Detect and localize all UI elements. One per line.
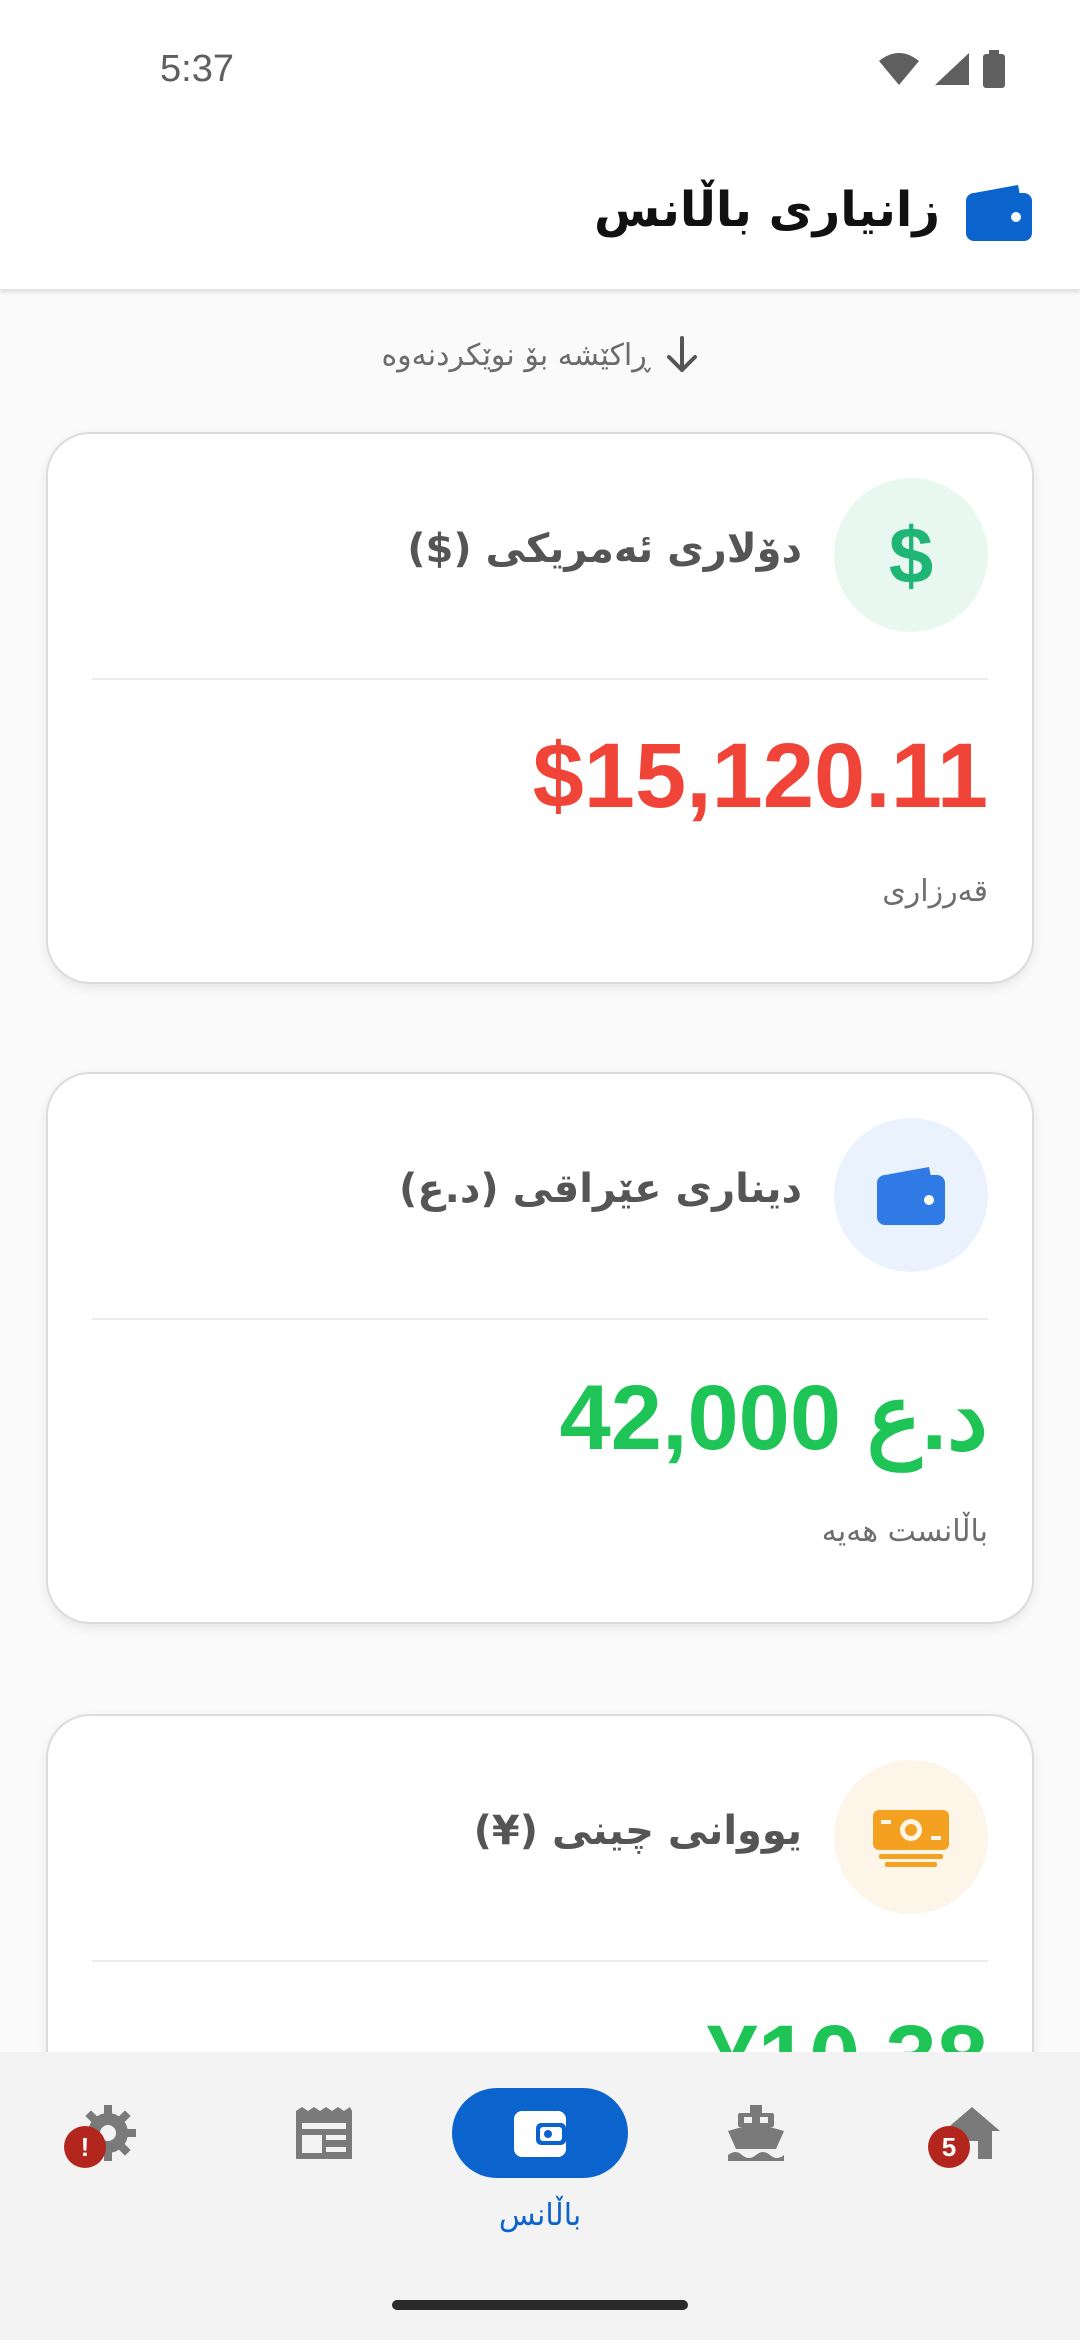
nav-item-shipping[interactable]: [648, 2052, 864, 2252]
nav-icon-container: [884, 2088, 1060, 2178]
status-bar: 5:37: [0, 0, 1080, 140]
banknote-icon: [873, 1810, 949, 1867]
nav-item-settings[interactable]: !: [0, 2052, 216, 2252]
nav-icon-container: [236, 2088, 412, 2178]
balance-card-usd[interactable]: $ دۆلاری ئەمریکی ($) $15,120.11 قەرزاری: [46, 432, 1034, 984]
wifi-icon: [879, 53, 919, 85]
arrow-down-icon: [666, 336, 697, 372]
currency-icon-circle: [834, 1118, 988, 1272]
newspaper-icon: [296, 2107, 352, 2159]
balance-status: قەرزاری: [882, 874, 988, 909]
nav-icon-container: [668, 2088, 844, 2178]
balance-card-iqd[interactable]: دیناری عێراقی (د.ع) 42,000 د.ع باڵانست ه…: [46, 1072, 1034, 1624]
divider: [92, 1960, 988, 1962]
currency-icon-circle: $: [834, 478, 988, 632]
wallet-icon: [877, 1167, 945, 1225]
nav-item-balance[interactable]: باڵانس: [432, 2052, 648, 2252]
wallet-icon: [966, 185, 1032, 245]
dollar-icon: $: [889, 515, 934, 595]
divider: [92, 1318, 988, 1320]
notification-count-badge: 5: [928, 2126, 970, 2168]
balance-status: باڵانست هەیە: [821, 1514, 988, 1549]
currency-icon-circle: [834, 1760, 988, 1914]
pull-hint-text: ڕاکێشە بۆ نوێکردنەوە: [381, 337, 651, 373]
svg-text:$: $: [889, 515, 934, 595]
currency-name: دیناری عێراقی (د.ع): [399, 1166, 802, 1212]
signal-icon: [935, 53, 969, 85]
nav-icon-container: [20, 2088, 196, 2178]
app-bar: زانیاری باڵانس: [0, 140, 1080, 290]
balance-amount: $15,120.11: [532, 725, 988, 827]
battery-icon: [983, 50, 1005, 88]
bottom-navigation: ! باڵانس 5: [0, 2052, 1080, 2340]
nav-icon-container: [452, 2088, 628, 2178]
currency-name: یووانی چینی (¥): [473, 1808, 802, 1854]
home-indicator[interactable]: [392, 2300, 688, 2310]
wallet-icon: [514, 2111, 566, 2157]
page-title: زانیاری باڵانس: [593, 182, 940, 238]
nav-item-news[interactable]: [216, 2052, 432, 2252]
ship-icon: [728, 2105, 784, 2161]
divider: [92, 678, 988, 680]
status-time: 5:37: [160, 48, 234, 90]
alert-badge: !: [64, 2126, 106, 2168]
nav-label: باڵانس: [498, 2198, 582, 2233]
status-icons: [877, 50, 1005, 88]
pull-to-refresh-hint: ڕاکێشە بۆ نوێکردنەوە: [0, 336, 1080, 374]
currency-name: دۆلاری ئەمریکی ($): [407, 526, 802, 572]
balance-amount: 42,000 د.ع: [559, 1367, 988, 1469]
nav-item-home[interactable]: 5: [864, 2052, 1080, 2252]
